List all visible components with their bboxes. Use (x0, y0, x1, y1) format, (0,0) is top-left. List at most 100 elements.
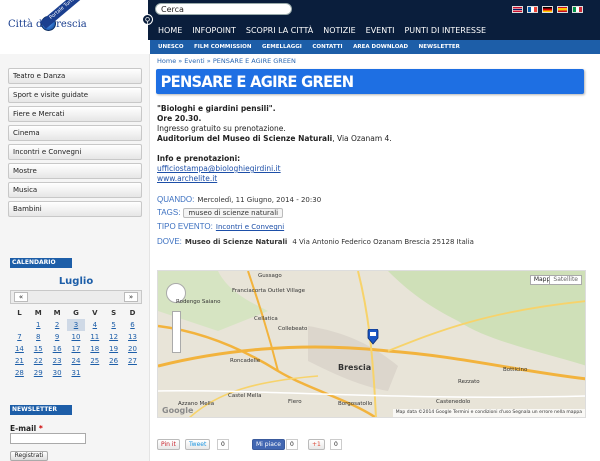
nav-notizie[interactable]: NOTIZIE (323, 25, 355, 37)
category-mostre[interactable]: Mostre (8, 163, 142, 179)
tweet-button[interactable]: Tweet (185, 439, 211, 450)
event-entry-note: Ingresso gratuito su prenotazione. (157, 124, 286, 133)
calendar-day[interactable]: 30 (48, 367, 67, 379)
calendar-day[interactable]: 15 (29, 343, 48, 355)
subnav-gemellaggi[interactable]: GEMELLAGGI (262, 44, 302, 50)
map-attribution[interactable]: Map data ©2014 Google Termini e condizio… (392, 409, 585, 417)
flag-spanish-icon[interactable] (557, 6, 568, 13)
calendar-week: 28 29 30 31 (10, 367, 142, 379)
subnav-contatti[interactable]: CONTATTI (312, 44, 342, 50)
site-logo[interactable]: Città di Brescia Portale Turistico (0, 0, 148, 40)
nav-punti-di-interesse[interactable]: PUNTI DI INTERESSE (404, 25, 486, 37)
calendar-day[interactable]: 14 (10, 343, 29, 355)
calendar-day[interactable]: 6 (123, 319, 142, 331)
google-plus-button[interactable]: +1 (308, 439, 325, 450)
calendar-next-button[interactable]: » (124, 292, 138, 302)
calendar-day[interactable]: 9 (48, 331, 67, 343)
category-cinema[interactable]: Cinema (8, 125, 142, 141)
calendar-day[interactable]: 4 (85, 319, 104, 331)
website-link[interactable]: www.archelite.it (157, 174, 217, 183)
event-map[interactable]: Mappe Satellite Gussago Franciacorta Out… (157, 270, 586, 418)
calendar-prev-button[interactable]: « (14, 292, 28, 302)
flag-french-icon[interactable] (527, 6, 538, 13)
map-marker-icon[interactable] (366, 329, 380, 345)
calendar-day[interactable]: 1 (29, 319, 48, 331)
calendar-day[interactable]: 21 (10, 355, 29, 367)
subnav-film-commission[interactable]: FILM COMMISSION (194, 44, 251, 50)
type-label: TIPO EVENTO: (157, 222, 213, 231)
satellite-mode-button[interactable]: Satellite (549, 275, 582, 285)
tag-chip[interactable]: museo di scienze naturali (183, 208, 284, 218)
newsletter-email-input[interactable] (10, 433, 86, 444)
category-sport-e-visite-guidate[interactable]: Sport e visite guidate (8, 87, 142, 103)
facebook-like-button[interactable]: Mi piace (252, 439, 285, 450)
map-place: Flero (288, 399, 302, 405)
map-place: Collebeato (278, 326, 308, 332)
nav-scopri-la-citta[interactable]: SCOPRI LA CITTÀ (246, 25, 313, 37)
calendar-day[interactable]: 12 (104, 331, 123, 343)
calendar-day[interactable]: 2 (48, 319, 67, 331)
calendar-day[interactable]: 19 (104, 343, 123, 355)
flag-italian-icon[interactable] (572, 6, 583, 13)
type-link[interactable]: Incontri e Convegni (216, 222, 284, 232)
calendar-week: 21 22 23 24 25 26 27 (10, 355, 142, 367)
calendar-day[interactable]: 23 (48, 355, 67, 367)
search-input[interactable] (156, 4, 291, 14)
subnav-newsletter[interactable]: NEWSLETTER (419, 44, 460, 50)
category-fiere-e-mercati[interactable]: Fiere e Mercati (8, 106, 142, 122)
calendar-day[interactable]: 16 (48, 343, 67, 355)
calendar-day (104, 367, 123, 379)
nav-eventi[interactable]: EVENTI (366, 25, 395, 37)
venue-address: , Via Ozanam 4. (332, 134, 392, 143)
calendar-day[interactable]: 25 (85, 355, 104, 367)
calendar-day[interactable]: 5 (104, 319, 123, 331)
search-icon[interactable]: ⚲ (142, 14, 153, 25)
calendar-day[interactable]: 13 (123, 331, 142, 343)
category-bambini[interactable]: Bambini (8, 201, 142, 217)
event-type: TIPO EVENTO: Incontri e Convegni (157, 222, 284, 232)
event-description: "Biologhi e giardini pensili". Ore 20.30… (157, 104, 577, 184)
subnav-area-download[interactable]: AREA DOWNLOAD (353, 44, 408, 50)
flag-english-icon[interactable] (512, 6, 523, 13)
map-place: Rezzato (458, 379, 480, 385)
pinterest-button[interactable]: Pin it (157, 439, 180, 450)
flag-german-icon[interactable] (542, 6, 553, 13)
event-venue: Auditorium del Museo di Scienze Naturali… (157, 134, 577, 144)
calendar-day[interactable]: 10 (67, 331, 86, 343)
nav-home[interactable]: HOME (158, 25, 182, 37)
subnav-unesco[interactable]: UNESCO (158, 44, 184, 50)
calendar-day[interactable]: 20 (123, 343, 142, 355)
calendar-day[interactable]: 11 (85, 331, 104, 343)
register-button[interactable]: Registrati (10, 451, 48, 461)
map-zoom-control[interactable] (172, 311, 181, 353)
calendar-day (123, 367, 142, 379)
secondary-nav: UNESCO FILM COMMISSION GEMELLAGGI CONTAT… (150, 40, 600, 54)
calendar-day[interactable]: 8 (29, 331, 48, 343)
event-title-bar: PENSARE E AGIRE GREEN (156, 69, 584, 94)
calendar-day[interactable]: 29 (29, 367, 48, 379)
calendar-day[interactable]: 27 (123, 355, 142, 367)
category-incontri-e-convegni[interactable]: Incontri e Convegni (8, 144, 142, 160)
email-link[interactable]: ufficiostampa@biologhiegirdini.it (157, 164, 281, 173)
map-place: Botticino (503, 367, 528, 373)
required-marker: * (38, 424, 43, 433)
calendar-day[interactable]: 24 (67, 355, 86, 367)
language-selector (512, 6, 583, 13)
category-teatro-e-danza[interactable]: Teatro e Danza (8, 68, 142, 84)
breadcrumb[interactable]: Home » Eventi » PENSARE E AGIRE GREEN (157, 57, 296, 65)
calendar-day[interactable]: 22 (29, 355, 48, 367)
event-tags: TAGS: museo di scienze naturali (157, 208, 284, 218)
where-place: Museo di Scienze Naturali (184, 238, 288, 246)
calendar-day-today[interactable]: 3 (66, 319, 86, 331)
category-musica[interactable]: Musica (8, 182, 142, 198)
newsletter-heading: NEWSLETTER (10, 405, 72, 415)
search-field[interactable] (155, 3, 292, 15)
nav-infopoint[interactable]: INFOPOINT (192, 25, 236, 37)
event-where: DOVE: Museo di Scienze Naturali 4 Via An… (157, 237, 474, 247)
calendar-day[interactable]: 18 (85, 343, 104, 355)
calendar-day[interactable]: 28 (10, 367, 29, 379)
calendar-day[interactable]: 31 (67, 367, 86, 379)
calendar-day[interactable]: 26 (104, 355, 123, 367)
calendar-day[interactable]: 7 (10, 331, 29, 343)
calendar-day[interactable]: 17 (67, 343, 86, 355)
